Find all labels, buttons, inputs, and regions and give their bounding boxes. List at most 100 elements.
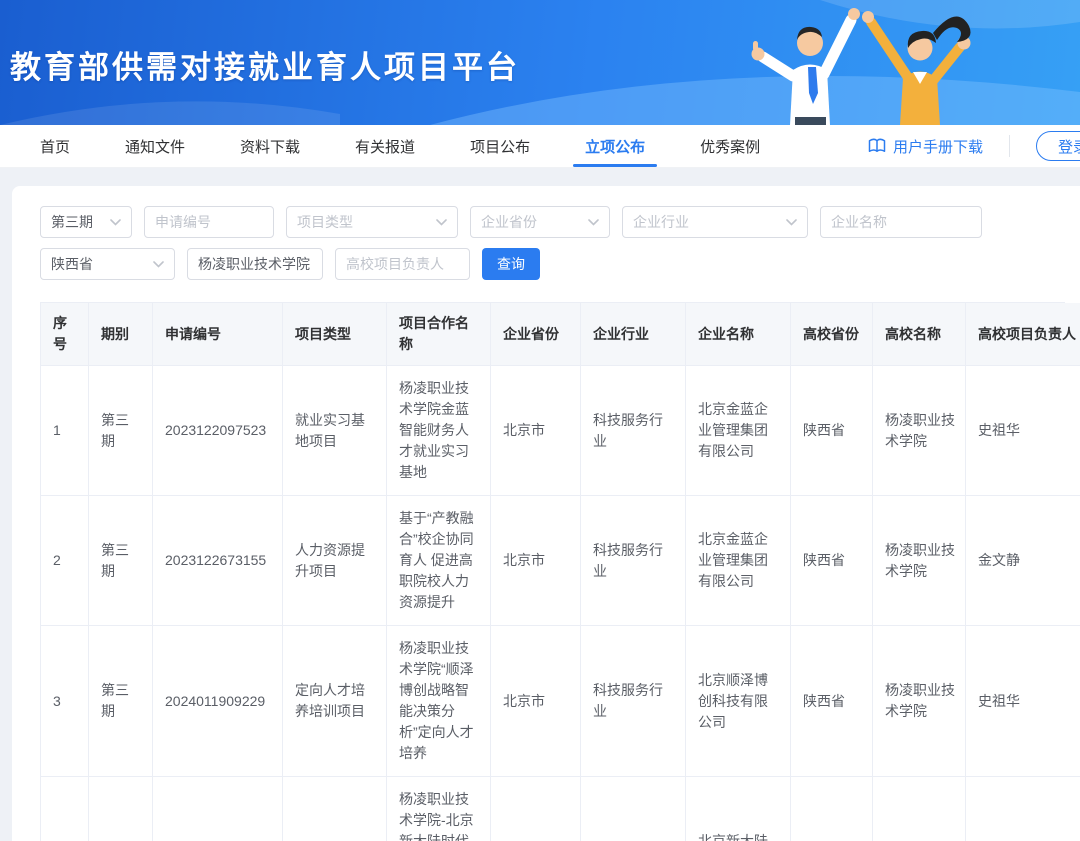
company-name-input[interactable]	[831, 207, 971, 237]
company-name-field-wrap	[820, 206, 982, 238]
table-cell: 胡启迪	[966, 777, 1080, 841]
content-area: 第三期 项目类型 企业省份 企业行业	[0, 168, 1080, 841]
column-header: 项目合作名称	[387, 303, 491, 366]
table-cell: 杨凌职业技术学院金蓝智能财务人才就业实习基地	[387, 366, 491, 496]
column-header: 序号	[41, 303, 89, 366]
book-icon	[868, 138, 886, 154]
table-row: 4第三期2023122905190定向人才培养培训项目杨凌职业技术学院-北京新大…	[41, 777, 1065, 841]
company-industry-select[interactable]: 企业行业	[622, 206, 808, 238]
column-header: 企业省份	[491, 303, 581, 366]
project-type-select[interactable]: 项目类型	[286, 206, 458, 238]
nav-item-4[interactable]: 项目公布	[470, 125, 530, 167]
table-cell: 2023122097523	[153, 366, 283, 496]
table-cell: 第三期	[89, 626, 153, 777]
table-cell: 科技服务行业	[581, 777, 686, 841]
nav-right: 用户手册下载 登录	[868, 131, 1080, 161]
nav-items: 首页 通知文件 资料下载 有关报道 项目公布 立项公布 优秀案例	[40, 125, 760, 167]
company-province-placeholder: 企业省份	[481, 212, 537, 232]
table-header-row: 序号期别申请编号项目类型项目合作名称企业省份企业行业企业名称高校省份高校名称高校…	[41, 303, 1065, 366]
column-header: 企业行业	[581, 303, 686, 366]
table-cell: 4	[41, 777, 89, 841]
school-leader-field-wrap	[335, 248, 470, 280]
table-cell: 2024011909229	[153, 626, 283, 777]
table-cell: 北京金蓝企业管理集团有限公司	[686, 366, 791, 496]
table-cell: 北京顺泽博创科技有限公司	[686, 626, 791, 777]
chevron-down-icon	[588, 219, 599, 226]
chevron-down-icon	[110, 219, 121, 226]
table-cell: 定向人才培养培训项目	[283, 626, 387, 777]
school-name-field-wrap	[187, 248, 323, 280]
table-cell: 第三期	[89, 496, 153, 626]
chevron-down-icon	[786, 219, 797, 226]
column-header: 高校省份	[791, 303, 873, 366]
table-cell: 杨凌职业技术学院	[873, 496, 966, 626]
table-cell: 北京金蓝企业管理集团有限公司	[686, 496, 791, 626]
nav-item-3[interactable]: 有关报道	[355, 125, 415, 167]
table-cell: 陕西省	[791, 777, 873, 841]
table-cell: 第三期	[89, 777, 153, 841]
table-cell: 杨凌职业技术学院-北京新大陆时代科技有限公司物联网及人工智能方向人才培养	[387, 777, 491, 841]
table-cell: 基于“产教融合”校企协同育人 促进高职院校人力资源提升	[387, 496, 491, 626]
table-cell: 陕西省	[791, 496, 873, 626]
table-cell: 定向人才培养培训项目	[283, 777, 387, 841]
table-cell: 史祖华	[966, 626, 1080, 777]
column-header: 期别	[89, 303, 153, 366]
table-cell: 杨凌职业技术学院	[873, 366, 966, 496]
table-cell: 第三期	[89, 366, 153, 496]
table-cell: 人力资源提升项目	[283, 496, 387, 626]
apply-no-field-wrap	[144, 206, 274, 238]
table-cell: 北京新大陆时代科技有限公司	[686, 777, 791, 841]
nav-item-5[interactable]: 立项公布	[585, 125, 645, 167]
search-button[interactable]: 查询	[482, 248, 540, 280]
column-header: 企业名称	[686, 303, 791, 366]
nav-item-1[interactable]: 通知文件	[125, 125, 185, 167]
table-cell: 科技服务行业	[581, 366, 686, 496]
table-cell: 2023122905190	[153, 777, 283, 841]
user-manual-download-link[interactable]: 用户手册下载	[868, 136, 983, 157]
table-cell: 科技服务行业	[581, 496, 686, 626]
school-province-value: 陕西省	[51, 254, 93, 274]
column-header: 项目类型	[283, 303, 387, 366]
table-cell: 金文静	[966, 496, 1080, 626]
user-manual-label: 用户手册下载	[893, 136, 983, 157]
table-cell: 福建省	[491, 777, 581, 841]
column-header: 高校名称	[873, 303, 966, 366]
nav-divider	[1009, 135, 1010, 157]
nav-item-2[interactable]: 资料下载	[240, 125, 300, 167]
table-cell: 就业实习基地项目	[283, 366, 387, 496]
people-highfive-illustration	[705, 0, 1025, 125]
table-row: 2第三期2023122673155人力资源提升项目基于“产教融合”校企协同育人 …	[41, 496, 1065, 626]
table-cell: 北京市	[491, 366, 581, 496]
nav-item-0[interactable]: 首页	[40, 125, 70, 167]
table-body: 1第三期2023122097523就业实习基地项目杨凌职业技术学院金蓝智能财务人…	[41, 366, 1065, 841]
main-nav: 首页 通知文件 资料下载 有关报道 项目公布 立项公布 优秀案例 用户手册下载 登录	[0, 125, 1080, 168]
projects-table: 序号期别申请编号项目类型项目合作名称企业省份企业行业企业名称高校省份高校名称高校…	[40, 302, 1065, 841]
table-cell: 陕西省	[791, 366, 873, 496]
page-title: 教育部供需对接就业育人项目平台	[10, 42, 520, 87]
login-button[interactable]: 登录	[1036, 131, 1080, 161]
table-cell: 2	[41, 496, 89, 626]
table-row: 3第三期2024011909229定向人才培养培训项目杨凌职业技术学院“顺泽博创…	[41, 626, 1065, 777]
school-name-input[interactable]	[198, 249, 312, 279]
column-header: 申请编号	[153, 303, 283, 366]
chevron-down-icon	[436, 219, 447, 226]
filter-row-1: 第三期 项目类型 企业省份 企业行业	[40, 206, 1080, 238]
table-cell: 3	[41, 626, 89, 777]
table-cell: 北京市	[491, 626, 581, 777]
column-header: 高校项目负责人	[966, 303, 1080, 366]
table-cell: 2023122673155	[153, 496, 283, 626]
table-cell: 杨凌职业技术学院	[873, 626, 966, 777]
chevron-down-icon	[153, 261, 164, 268]
apply-no-input[interactable]	[155, 207, 263, 237]
table-cell: 杨凌职业技术学院	[873, 777, 966, 841]
filter-row-2: 陕西省 查询	[40, 248, 1080, 280]
content-card: 第三期 项目类型 企业省份 企业行业	[12, 186, 1080, 841]
company-province-select[interactable]: 企业省份	[470, 206, 610, 238]
period-select[interactable]: 第三期	[40, 206, 132, 238]
school-leader-input[interactable]	[346, 249, 459, 279]
school-province-select[interactable]: 陕西省	[40, 248, 175, 280]
period-select-value: 第三期	[51, 212, 93, 232]
table-cell: 史祖华	[966, 366, 1080, 496]
nav-item-6[interactable]: 优秀案例	[700, 125, 760, 167]
banner: 教育部供需对接就业育人项目平台	[0, 0, 1080, 125]
